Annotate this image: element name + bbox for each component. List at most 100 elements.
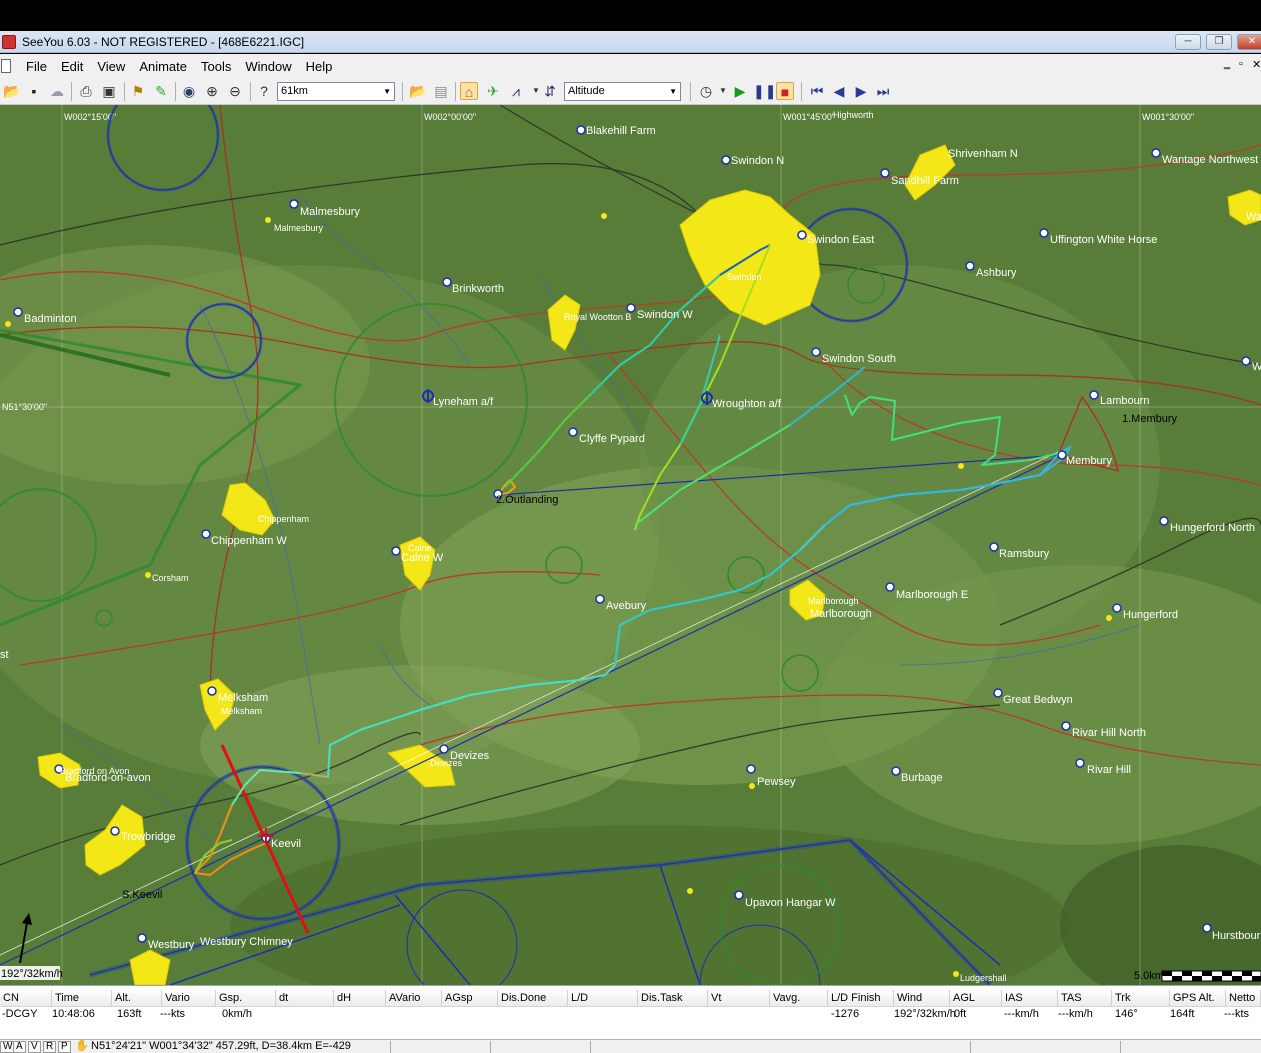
clock-icon[interactable]: ◷ [697,82,715,100]
col-gps-alt[interactable]: GPS Alt. [1170,990,1226,1006]
col-wind[interactable]: Wind [894,990,950,1006]
grid-label-w3: W001°45'00" [783,112,835,122]
print-icon[interactable]: ⎙ [77,82,95,100]
col-dis-done[interactable]: Dis.Done [498,990,568,1006]
label-marlborough-e: Marlborough E [896,589,968,601]
waypoint-edit-icon[interactable]: ✎ [152,82,170,100]
document-icon[interactable] [1,59,11,73]
tab-v[interactable]: V [28,1041,41,1053]
label-ashbury: Ashbury [976,267,1017,279]
clock-dropdown-icon[interactable]: ▼ [714,82,732,100]
chevron-down-icon: ▼ [669,87,677,96]
col-dh[interactable]: dH [334,990,386,1006]
label-outlanding: 2.Outlanding [496,494,558,506]
label-westbury: Westbury [148,939,195,951]
restore-button[interactable]: ❐ [1206,34,1232,50]
col-netto[interactable]: Netto [1226,990,1261,1006]
col-avario[interactable]: AVario [386,990,442,1006]
label-w-edge1: Wa [1246,211,1261,223]
label-lyneham: Lyneham a/f [433,396,494,408]
map-view[interactable]: W002°15'00" W002°00'00" W001°45'00" W001… [0,105,1261,985]
forward-end-icon[interactable]: ⏭ [874,82,892,100]
tab-p[interactable]: P [58,1041,71,1053]
display-select[interactable]: Altitude ▼ [564,82,681,101]
barogram-icon[interactable]: ⩘ [507,82,525,100]
minimize-button[interactable]: ─ [1175,34,1201,50]
value-gsp: 0km/h [222,1008,252,1020]
col-vario[interactable]: Vario [162,990,216,1006]
stop-icon[interactable]: ■ [776,82,794,100]
track-select-icon[interactable]: ⌂ [460,82,478,100]
mdi-close-button[interactable]: ✕ [1252,58,1261,71]
colour-mode-icon[interactable]: ⇵ [541,82,559,100]
value-trk: 146° [1115,1008,1138,1020]
app-icon [2,34,16,49]
tab-r[interactable]: R [43,1041,57,1053]
zoom-in-icon[interactable]: ⊕ [203,82,221,100]
mdi-minimize-button[interactable]: ‗ [1224,58,1230,70]
col-dt[interactable]: dt [276,990,334,1006]
col-alt[interactable]: Alt. [112,990,162,1006]
col-ld[interactable]: L/D [568,990,638,1006]
status-coordinates: N51°24'21" W001°34'32" 457.29ft, D=38.4k… [91,1040,351,1052]
menu-bar: File Edit View Animate Tools Window Help [0,54,1261,78]
label-w-edge2: W [1252,361,1261,373]
col-dis-task[interactable]: Dis.Task [638,990,708,1006]
open-flight-icon[interactable]: 📂 [409,82,427,100]
label-swindon-w: Swindon W [637,309,693,321]
export-icon[interactable]: ▤ [432,82,450,100]
col-vavg[interactable]: Vavg. [770,990,828,1006]
label-s-keevil: S.Keevil [122,889,162,901]
glider-icon[interactable]: ✈ [484,82,502,100]
pause-icon[interactable]: ❚❚ [753,82,776,100]
flag-icon[interactable]: ⚑ [129,82,147,100]
zoom-out-icon[interactable]: ⊖ [226,82,244,100]
label-clyffe: Clyffe Pypard [579,433,645,445]
col-agl[interactable]: AGL [950,990,1002,1006]
menu-tools[interactable]: Tools [194,59,238,74]
close-button[interactable]: ✕ [1237,34,1261,50]
menu-view[interactable]: View [90,59,132,74]
menu-animate[interactable]: Animate [132,59,194,74]
open-folder-icon[interactable]: 📂 [3,82,21,100]
wind-readout: 192°/32km/h [1,968,63,980]
col-cn[interactable]: CN [0,990,52,1006]
value-agl: 0ft [954,1008,967,1020]
hand-icon[interactable]: ✋ [75,1040,89,1053]
value-tas: ---km/h [1058,1008,1093,1020]
menu-window[interactable]: Window [238,59,298,74]
globe-icon[interactable]: ◉ [180,82,198,100]
label-highworth: Highworth [833,110,874,120]
col-ias[interactable]: IAS [1002,990,1058,1006]
col-tas[interactable]: TAS [1058,990,1112,1006]
step-back-icon[interactable]: ◀ [830,82,848,100]
label-bradford: Bradford-on-avon [65,772,151,784]
label-ramsbury: Ramsbury [999,548,1050,560]
label-uffington: Uffington White Horse [1050,234,1157,246]
col-vt[interactable]: Vt [708,990,770,1006]
col-trk[interactable]: Trk [1112,990,1170,1006]
menu-file[interactable]: File [19,59,54,74]
step-forward-icon[interactable]: ▶ [852,82,870,100]
play-icon[interactable]: ▶ [731,82,749,100]
col-agsp[interactable]: AGsp [442,990,498,1006]
cloud-icon[interactable]: ☁ [48,82,66,100]
rewind-start-icon[interactable]: ⏮ [808,82,826,100]
col-ld-finish[interactable]: L/D Finish [828,990,894,1006]
label-marlborough: Marlborough [810,608,872,620]
flight-info-panel: CN Time Alt. Vario Gsp. dt dH AVario AGs… [0,985,1261,1039]
label-swindon-town: Swindon [727,272,762,282]
status-bar: W A V R P ✋ N51°24'21" W001°34'32" 457.2… [0,1039,1261,1053]
menu-help[interactable]: Help [299,59,340,74]
help-pointer-icon[interactable]: ? [255,82,273,100]
menu-edit[interactable]: Edit [54,59,90,74]
col-gsp[interactable]: Gsp. [216,990,276,1006]
zoom-select[interactable]: 61km ▼ [277,82,395,101]
tab-a[interactable]: A [13,1041,26,1053]
mdi-restore-button[interactable]: ▫ [1239,58,1243,70]
map-canvas[interactable]: W002°15'00" W002°00'00" W001°45'00" W001… [0,105,1261,985]
col-time[interactable]: Time [52,990,112,1006]
save-icon[interactable]: ▪ [25,82,43,100]
label-malmesbury-town: Malmesbury [274,223,324,233]
print-preview-icon[interactable]: ▣ [100,82,118,100]
